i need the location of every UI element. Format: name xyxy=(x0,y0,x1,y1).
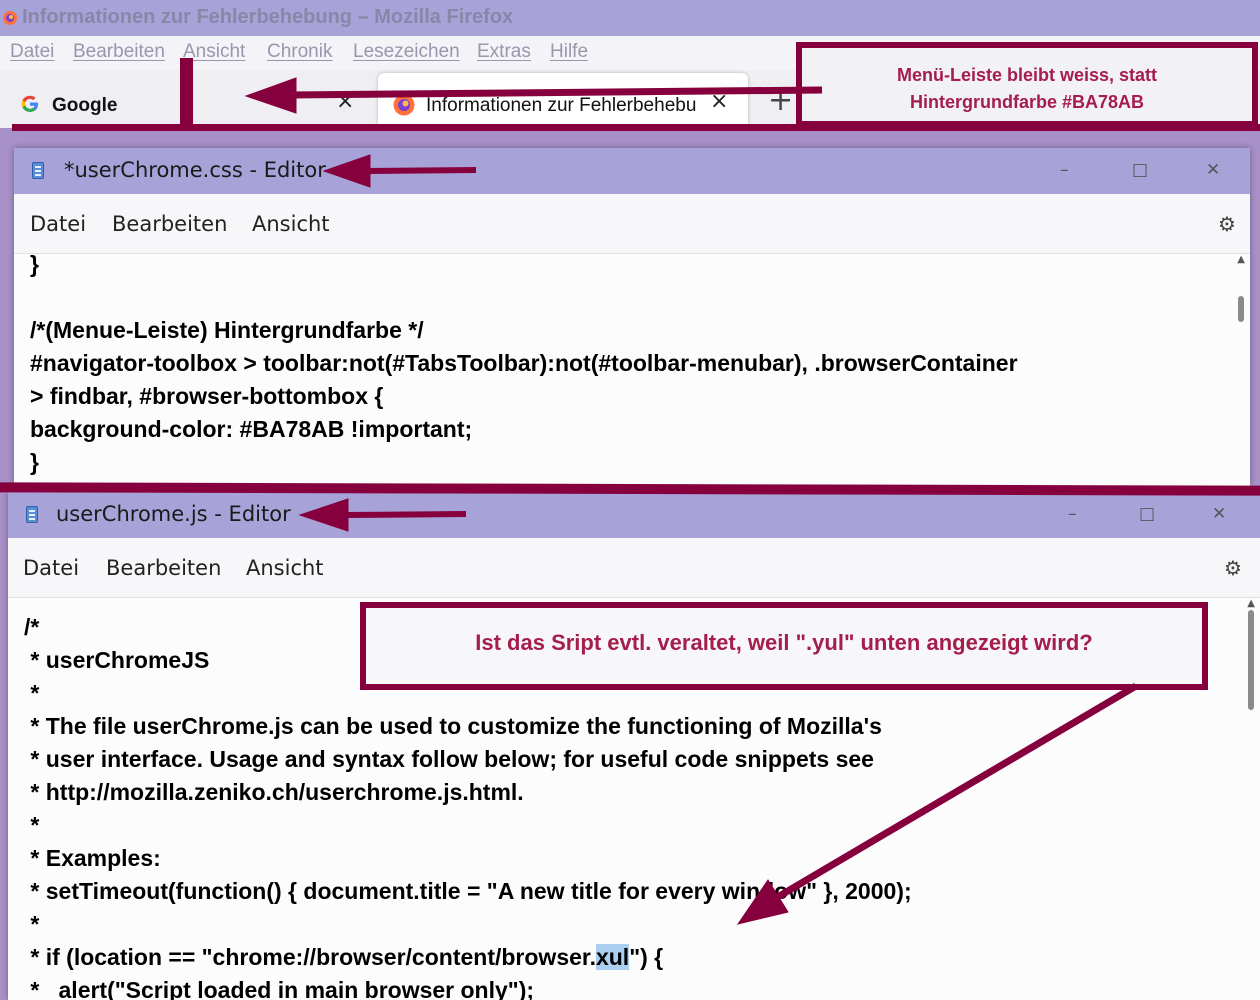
annotation-text: Ist das Sript evtl. veraltet, weil ".yul… xyxy=(475,630,1093,655)
code-text: ") { xyxy=(629,944,664,970)
scroll-up-arrow-icon[interactable]: ▲ xyxy=(1237,254,1245,265)
tab-label: Informationen zur Fehlerbehebung xyxy=(426,95,696,116)
editor-title-bar: userChrome.js - Editor – □ ✕ xyxy=(8,492,1260,538)
close-icon[interactable]: ✕ xyxy=(1206,160,1220,180)
editor-title: userChrome.js - Editor xyxy=(56,502,291,526)
code-text: * if (location == "chrome://browser/cont… xyxy=(24,944,596,970)
editor-menu-ansicht[interactable]: Ansicht xyxy=(252,212,330,236)
annotation-menubar-note: Menü-Leiste bleibt weiss, statt Hintergr… xyxy=(796,42,1258,127)
firefox-icon xyxy=(3,11,17,25)
editor-window-js: userChrome.js - Editor – □ ✕ Datei Bearb… xyxy=(8,492,1260,1000)
code-line: #navigator-toolbox > toolbar:not(#TabsTo… xyxy=(30,350,1018,376)
code-line: > findbar, #browser-bottombox { xyxy=(30,383,384,409)
firefox-icon xyxy=(393,94,415,116)
code-line: } xyxy=(30,449,39,475)
notepad-icon xyxy=(32,162,44,179)
code-line: * userChromeJS xyxy=(24,647,210,673)
annotation-line-1: Menü-Leiste bleibt weiss, statt xyxy=(896,65,1158,85)
tab-label: Google xyxy=(52,95,118,116)
gear-icon[interactable]: ⚙ xyxy=(1218,212,1236,236)
code-line: /*(Menue-Leiste) Hintergrundfarbe */ xyxy=(30,317,424,343)
code-line: * The file userChrome.js can be used to … xyxy=(24,713,882,739)
minimize-icon[interactable]: – xyxy=(1068,504,1077,524)
code-line: * Examples: xyxy=(24,845,161,871)
annotation-script-note: Ist das Sript evtl. veraltet, weil ".yul… xyxy=(360,602,1208,690)
code-line-highlighted: * if (location == "chrome://browser/cont… xyxy=(24,944,663,971)
close-tab-icon[interactable]: × xyxy=(710,89,728,114)
code-line: * http://mozilla.zeniko.ch/userchrome.js… xyxy=(24,779,524,805)
menu-extras[interactable]: Extras xyxy=(477,41,531,63)
annotation-bar xyxy=(12,124,1260,131)
code-line: } xyxy=(30,251,39,277)
minimize-icon[interactable]: – xyxy=(1060,160,1069,180)
code-line: * xyxy=(24,812,40,838)
editor-menu-ansicht[interactable]: Ansicht xyxy=(246,556,324,580)
code-line: * user interface. Usage and syntax follo… xyxy=(24,746,874,772)
menu-datei[interactable]: Datei xyxy=(10,41,54,63)
close-icon[interactable]: ✕ xyxy=(1212,504,1226,524)
notepad-icon xyxy=(26,506,38,523)
google-icon xyxy=(21,95,38,112)
menu-bearbeiten[interactable]: Bearbeiten xyxy=(73,41,165,63)
window-title: Informationen zur Fehlerbehebung – Mozil… xyxy=(22,6,514,28)
code-line: background-color: #BA78AB !important; xyxy=(30,416,473,442)
editor-menu-datei[interactable]: Datei xyxy=(23,556,79,580)
menu-lesezeichen[interactable]: Lesezeichen xyxy=(353,41,460,63)
new-tab-button[interactable]: + xyxy=(768,86,793,116)
code-line: * xyxy=(24,680,40,706)
code-line: * xyxy=(24,911,40,937)
maximize-icon[interactable]: □ xyxy=(1139,504,1155,524)
scroll-up-arrow-icon[interactable]: ▲ xyxy=(1247,598,1255,609)
annotation-line-2: Hintergrundfarbe #BA78AB xyxy=(909,92,1145,112)
firefox-title-bar: Informationen zur Fehlerbehebung – Mozil… xyxy=(0,0,1260,36)
editor-text-area[interactable]: } /*(Menue-Leiste) Hintergrundfarbe */ #… xyxy=(14,251,1250,486)
editor-menu-bearbeiten[interactable]: Bearbeiten xyxy=(106,556,221,580)
menu-chronik[interactable]: Chronik xyxy=(267,41,332,63)
editor-window-css: *userChrome.css - Editor – □ ✕ Datei Bea… xyxy=(14,148,1250,486)
code-line: /* xyxy=(24,614,40,640)
editor-menu-bearbeiten[interactable]: Bearbeiten xyxy=(112,212,227,236)
menu-hilfe[interactable]: Hilfe xyxy=(550,41,588,63)
close-tab-icon[interactable]: × xyxy=(336,89,354,114)
code-line: * alert("Script loaded in main browser o… xyxy=(24,977,535,1000)
editor-title: *userChrome.css - Editor xyxy=(64,158,326,182)
tab-troubleshooting[interactable]: Informationen zur Fehlerbehebung × xyxy=(378,73,748,127)
editor-menu-datei[interactable]: Datei xyxy=(30,212,86,236)
gear-icon[interactable]: ⚙ xyxy=(1224,556,1242,580)
maximize-icon[interactable]: □ xyxy=(1132,160,1148,180)
editor-title-bar: *userChrome.css - Editor – □ ✕ xyxy=(14,148,1250,194)
scrollbar-thumb[interactable] xyxy=(1238,296,1244,322)
scrollbar-thumb[interactable] xyxy=(1248,610,1254,710)
code-line: * setTimeout(function() { document.title… xyxy=(24,878,912,904)
editor-menubar: Datei Bearbeiten Ansicht ⚙ xyxy=(14,194,1250,254)
editor-menubar: Datei Bearbeiten Ansicht ⚙ xyxy=(8,538,1260,598)
selected-text-xul[interactable]: xul xyxy=(595,944,630,970)
annotation-marker xyxy=(180,58,193,126)
